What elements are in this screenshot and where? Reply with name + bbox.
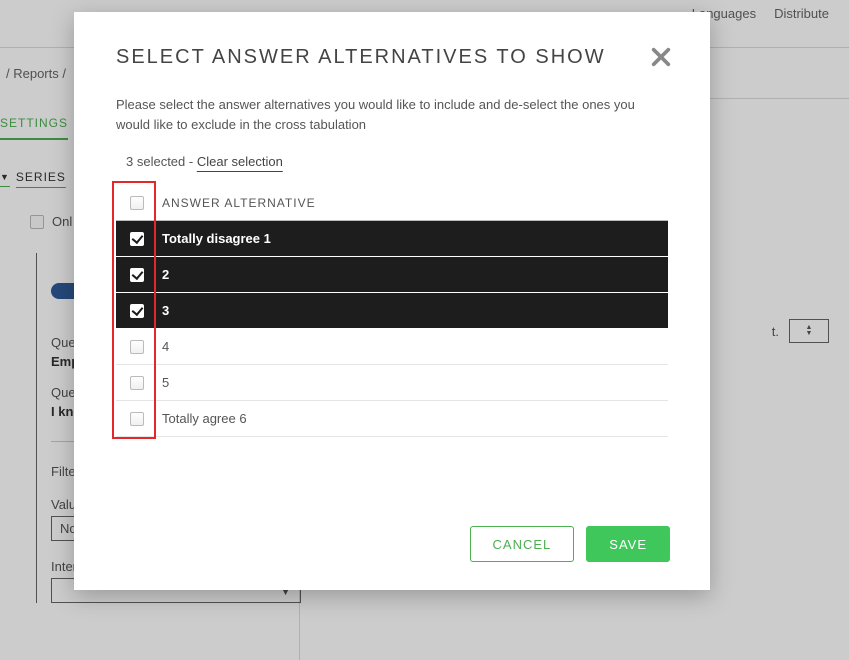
row-label: 3 [158,303,668,318]
modal-description: Please select the answer alternatives yo… [116,95,668,134]
row-checkbox[interactable] [130,340,144,354]
row-label: Totally agree 6 [158,411,668,426]
clear-selection-link[interactable]: Clear selection [197,154,283,169]
header-label: ANSWER ALTERNATIVE [158,196,668,210]
alternatives-table: ANSWER ALTERNATIVE Totally disagree 1 2 3 4… [116,185,668,437]
save-button[interactable]: SAVE [586,526,670,562]
row-checkbox[interactable] [130,268,144,282]
select-alternatives-modal: SELECT ANSWER ALTERNATIVES TO SHOW Pleas… [74,12,710,590]
modal-title: SELECT ANSWER ALTERNATIVES TO SHOW [116,46,668,69]
close-icon [650,46,672,68]
table-header-row: ANSWER ALTERNATIVE [116,185,668,221]
row-label: Totally disagree 1 [158,231,668,246]
table-row[interactable]: 3 [116,293,668,329]
row-checkbox[interactable] [130,412,144,426]
cancel-button[interactable]: CANCEL [470,526,575,562]
selection-count: 3 selected - [126,154,197,169]
table-row[interactable]: 5 [116,365,668,401]
row-label: 2 [158,267,668,282]
row-label: 5 [158,375,668,390]
row-checkbox[interactable] [130,232,144,246]
row-checkbox[interactable] [130,304,144,318]
close-button[interactable] [650,46,674,70]
select-all-checkbox[interactable] [130,196,144,210]
row-checkbox[interactable] [130,376,144,390]
table-row[interactable]: 4 [116,329,668,365]
table-row[interactable]: Totally disagree 1 [116,221,668,257]
table-row[interactable]: 2 [116,257,668,293]
table-row[interactable]: Totally agree 6 [116,401,668,437]
row-label: 4 [158,339,668,354]
